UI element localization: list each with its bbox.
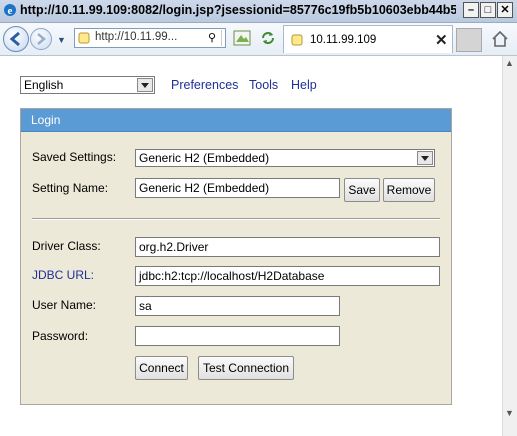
- jdbc-url-link[interactable]: JDBC URL:: [32, 268, 94, 282]
- page-scrollbar[interactable]: ▲ ▼: [502, 56, 517, 436]
- panel-header: Login: [21, 109, 451, 132]
- tab-label: 10.11.99.109: [310, 34, 377, 46]
- user-name-value: sa: [139, 299, 152, 313]
- chevron-down-icon: [417, 151, 433, 165]
- help-link[interactable]: Help: [291, 78, 317, 92]
- setting-name-field[interactable]: Generic H2 (Embedded): [135, 178, 340, 198]
- refresh-icon[interactable]: [258, 28, 278, 48]
- close-tab-icon[interactable]: ✕: [435, 31, 448, 49]
- window-titlebar: e http://10.11.99.109:8082/login.jsp?jse…: [0, 0, 517, 23]
- saved-settings-value: Generic H2 (Embedded): [139, 151, 270, 165]
- forward-icon: [37, 33, 46, 45]
- close-window-button[interactable]: ✕: [497, 2, 513, 18]
- home-icon[interactable]: [490, 29, 510, 49]
- jdbc-url-field[interactable]: jdbc:h2:tcp://localhost/H2Database: [135, 266, 440, 286]
- address-text: http://10.11.99...: [95, 31, 178, 43]
- forward-button[interactable]: [30, 28, 52, 50]
- jdbc-url-value: jdbc:h2:tcp://localhost/H2Database: [139, 269, 325, 283]
- scroll-down-icon[interactable]: ▼: [505, 408, 514, 418]
- browser-toolbar: ▼ http://10.11.99... ⚲ 10.11.99.109 ✕: [0, 23, 517, 56]
- address-divider: [221, 30, 222, 46]
- driver-class-field[interactable]: org.h2.Driver: [135, 237, 440, 257]
- language-value: English: [24, 78, 64, 92]
- page-icon: [291, 34, 303, 46]
- driver-class-label: Driver Class:: [32, 239, 101, 253]
- user-name-label: User Name:: [32, 298, 97, 312]
- window-title: http://10.11.99.109:8082/login.jsp?jsess…: [20, 3, 456, 17]
- user-name-field[interactable]: sa: [135, 296, 340, 316]
- password-label: Password:: [32, 329, 89, 343]
- back-button[interactable]: [3, 26, 29, 52]
- remove-button[interactable]: Remove: [383, 178, 435, 202]
- page-icon: [78, 32, 90, 44]
- chevron-down-icon: [137, 78, 153, 92]
- login-panel: Login Saved Settings: Generic H2 (Embedd…: [20, 108, 452, 405]
- tools-link[interactable]: Tools: [249, 78, 278, 92]
- maximize-button[interactable]: □: [480, 2, 496, 18]
- divider: [32, 218, 440, 220]
- setting-name-value: Generic H2 (Embedded): [139, 181, 270, 195]
- saved-settings-label: Saved Settings:: [32, 150, 117, 164]
- compat-view-icon[interactable]: [232, 28, 252, 48]
- setting-name-label: Setting Name:: [32, 181, 109, 195]
- back-icon: [9, 31, 20, 47]
- browser-tab[interactable]: 10.11.99.109 ✕: [283, 25, 453, 53]
- password-field[interactable]: [135, 326, 340, 346]
- search-icon[interactable]: ⚲: [208, 31, 216, 44]
- saved-settings-select[interactable]: Generic H2 (Embedded): [135, 149, 435, 167]
- test-connection-button[interactable]: Test Connection: [198, 356, 294, 380]
- svg-text:e: e: [8, 5, 13, 17]
- scroll-up-icon[interactable]: ▲: [505, 58, 514, 68]
- panel-title: Login: [31, 113, 61, 127]
- new-tab-button[interactable]: [456, 28, 482, 52]
- driver-class-value: org.h2.Driver: [139, 240, 209, 254]
- ie-logo-icon: e: [4, 4, 16, 17]
- language-select[interactable]: English: [20, 76, 155, 94]
- save-button[interactable]: Save: [344, 178, 380, 202]
- connect-button[interactable]: Connect: [135, 356, 188, 380]
- history-dropdown[interactable]: ▼: [57, 35, 66, 45]
- address-bar[interactable]: http://10.11.99... ⚲: [74, 28, 226, 48]
- preferences-link[interactable]: Preferences: [171, 78, 238, 92]
- minimize-button[interactable]: –: [463, 2, 479, 18]
